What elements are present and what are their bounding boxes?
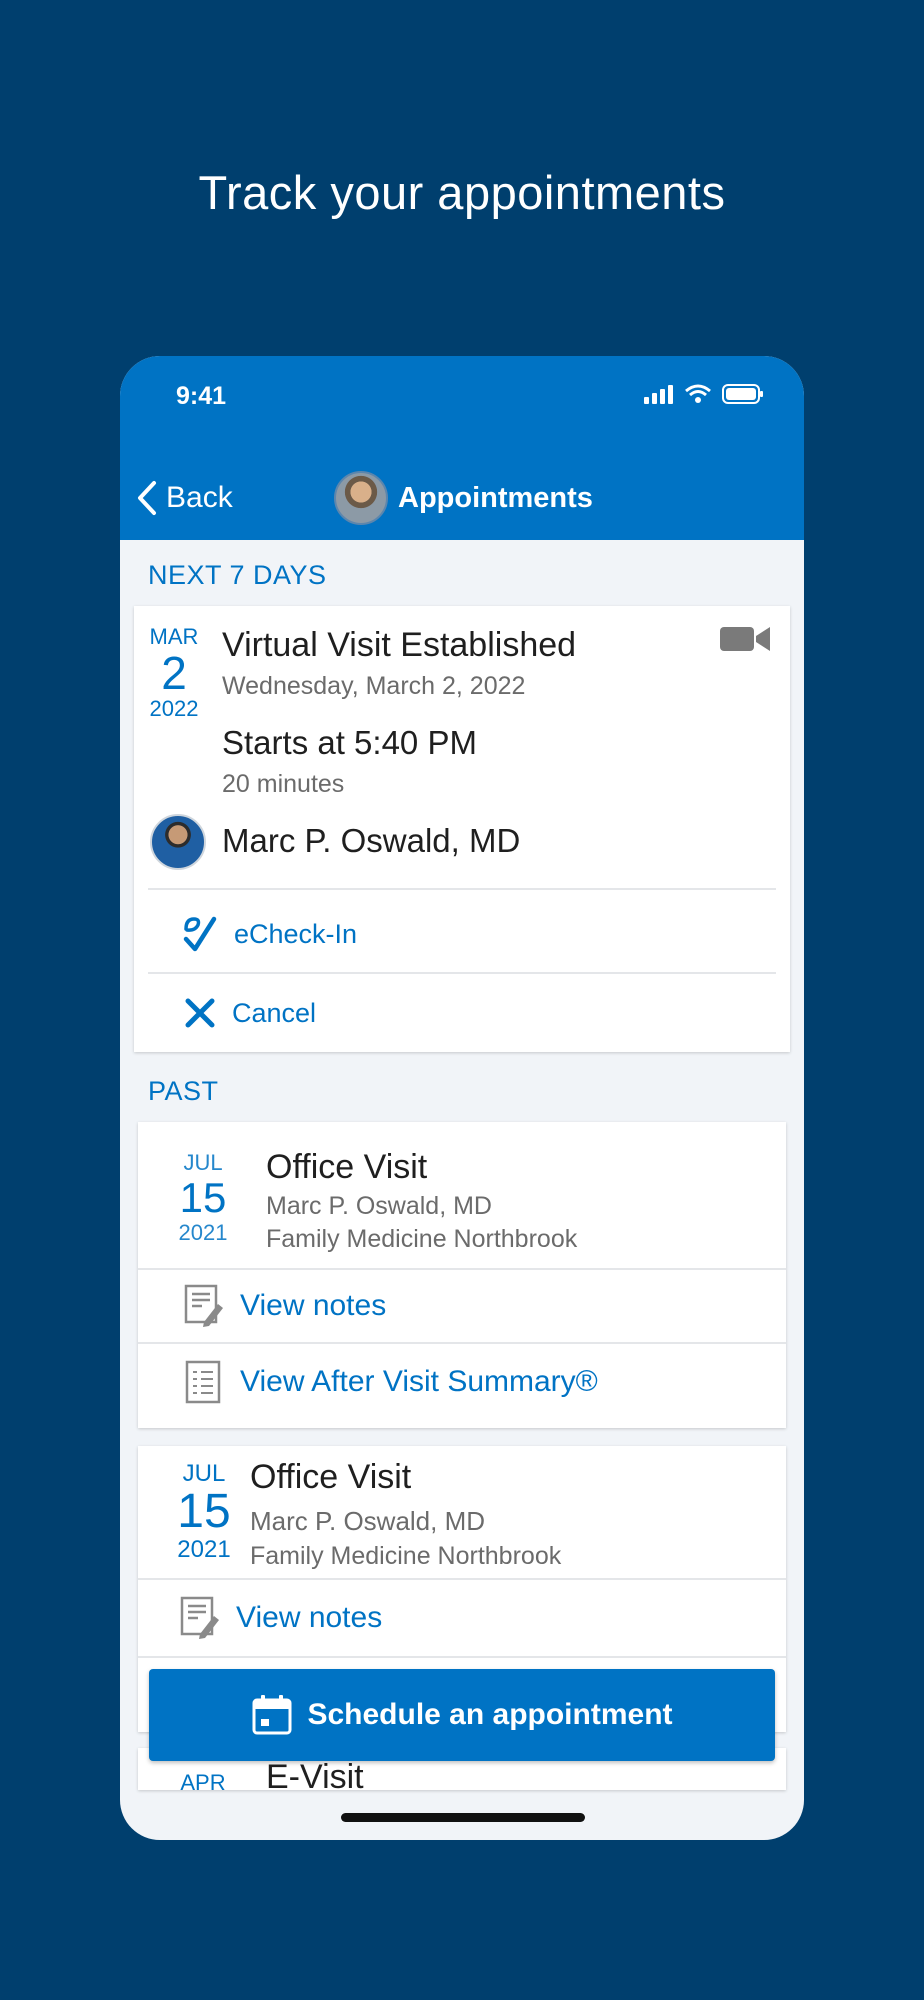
appointment-date-text: Wednesday, March 2, 2022 xyxy=(222,672,526,700)
date-year: 2021 xyxy=(178,1220,228,1245)
app-header: 9:41 Back Appointments xyxy=(120,356,804,540)
phone-screen: 9:41 Back Appointments NEXT 7 DAYS MAR 2… xyxy=(120,356,804,1840)
user-avatar[interactable] xyxy=(334,471,388,525)
date-month: APR xyxy=(180,1770,226,1790)
appointment-start-time: Starts at 5:40 PM xyxy=(222,724,477,761)
back-button[interactable]: Back xyxy=(136,468,233,528)
divider xyxy=(138,1656,786,1658)
chevron-left-icon xyxy=(138,481,156,515)
view-notes-label: View notes xyxy=(240,1289,387,1322)
close-icon xyxy=(185,998,215,1028)
appointment-date: JUL 15 2021 xyxy=(164,1460,244,1564)
schedule-label: Schedule an appointment xyxy=(307,1698,673,1731)
past-appointment-card[interactable]: JUL 15 2021 Office Visit Marc P. Oswald,… xyxy=(138,1122,786,1428)
page-title: Appointments xyxy=(398,481,593,514)
date-month: JUL xyxy=(182,1460,226,1487)
appointment-date: MAR 2 2022 xyxy=(144,624,204,722)
divider xyxy=(148,888,776,890)
date-day: 15 xyxy=(177,1485,231,1538)
appointment-title: Virtual Visit Established xyxy=(222,626,577,664)
echeckin-button[interactable]: eCheck-In xyxy=(182,894,357,974)
view-notes-button[interactable]: View notes xyxy=(184,1270,386,1342)
home-indicator[interactable] xyxy=(341,1813,585,1822)
provider-name: Marc P. Oswald, MD xyxy=(266,1192,492,1220)
date-year: 2022 xyxy=(149,696,199,721)
department-name: Family Medicine Northbrook xyxy=(250,1542,562,1570)
nav-bar: Back Appointments xyxy=(120,468,804,528)
date-day: 2 xyxy=(161,647,187,699)
cancel-label: Cancel xyxy=(232,997,317,1028)
signal-icon xyxy=(644,385,673,404)
battery-icon xyxy=(722,384,763,404)
appointment-title: Office Visit xyxy=(250,1458,412,1496)
upcoming-appointment-card[interactable]: MAR 2 2022 Virtual Visit Established Wed… xyxy=(134,606,790,1052)
headline: Track your appointments xyxy=(198,166,726,219)
schedule-appointment-button[interactable]: Schedule an appointment xyxy=(149,1669,775,1761)
video-camera-icon xyxy=(720,627,770,651)
department-name: Family Medicine Northbrook xyxy=(266,1225,578,1253)
view-avs-button[interactable]: View After Visit Summary® xyxy=(184,1344,598,1420)
view-notes-label: View notes xyxy=(236,1601,383,1634)
echeckin-icon xyxy=(183,916,217,952)
document-icon xyxy=(185,1360,221,1404)
appointment-date: JUL 15 2021 xyxy=(168,1150,238,1246)
appointment-title: Office Visit xyxy=(266,1148,428,1186)
view-notes-button[interactable]: View notes xyxy=(180,1580,382,1656)
provider-name: Marc P. Oswald, MD xyxy=(250,1506,486,1536)
notes-icon xyxy=(180,1596,219,1639)
back-label: Back xyxy=(166,481,233,514)
calendar-icon xyxy=(252,1695,292,1735)
view-avs-label: View After Visit Summary® xyxy=(240,1365,598,1398)
nav-title-group: Appointments xyxy=(334,468,593,528)
provider-name[interactable]: Marc P. Oswald, MD xyxy=(222,822,520,860)
date-month: JUL xyxy=(183,1150,223,1175)
section-past: PAST xyxy=(148,1076,219,1106)
cancel-button[interactable]: Cancel xyxy=(184,974,316,1052)
wifi-icon xyxy=(685,384,711,403)
date-day: 15 xyxy=(179,1174,227,1221)
appointment-title: E-Visit xyxy=(266,1758,364,1790)
status-icons xyxy=(644,384,764,404)
echeckin-label: eCheck-In xyxy=(234,918,358,949)
provider-avatar xyxy=(150,814,206,870)
section-next-7-days: NEXT 7 DAYS xyxy=(148,560,327,590)
status-time: 9:41 xyxy=(176,382,227,410)
appointment-date: APR xyxy=(168,1770,238,1790)
appointment-duration: 20 minutes xyxy=(222,770,345,798)
notes-icon xyxy=(184,1284,223,1327)
date-year: 2021 xyxy=(177,1536,231,1563)
